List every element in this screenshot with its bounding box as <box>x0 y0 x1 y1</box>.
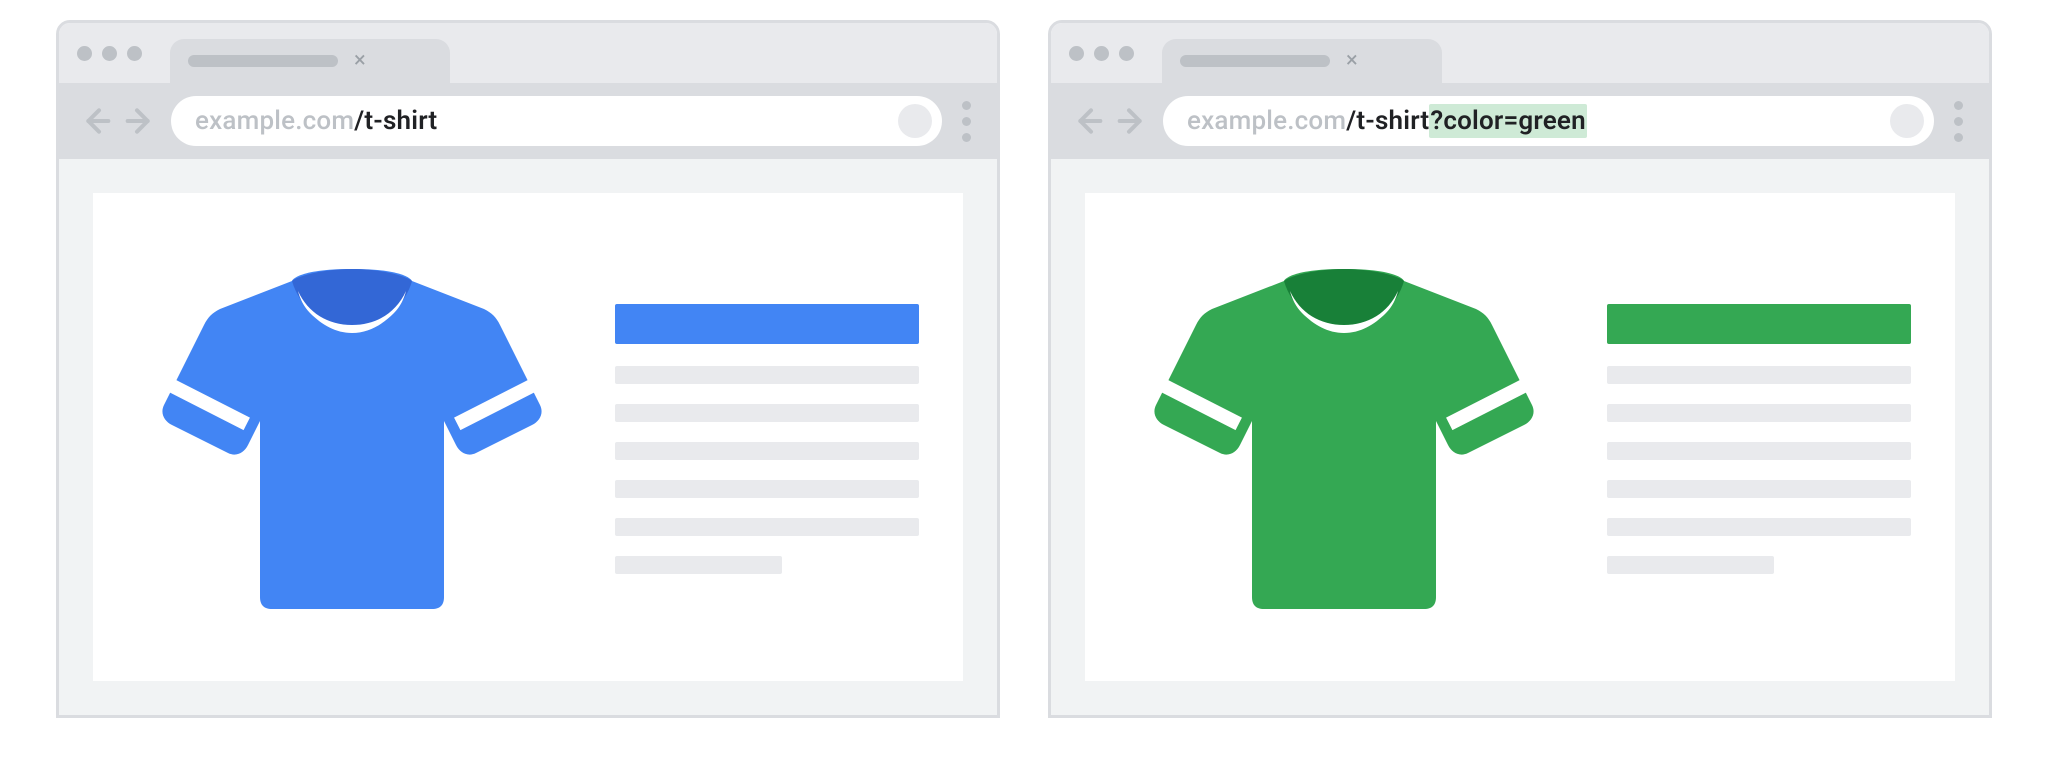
product-image <box>1129 257 1559 617</box>
url-text: example.com/t-shirt?color=green <box>1187 106 1878 136</box>
text-line <box>1607 518 1911 536</box>
text-line <box>1607 556 1774 574</box>
tshirt-green-icon <box>1144 257 1544 617</box>
text-line <box>1607 442 1911 460</box>
text-line <box>615 518 919 536</box>
product-image <box>137 257 567 617</box>
browser-tab[interactable]: × <box>1162 39 1442 83</box>
text-line <box>615 404 919 422</box>
url-domain: example.com <box>1187 106 1346 136</box>
url-query-highlight: ?color=green <box>1429 104 1586 138</box>
back-button[interactable] <box>1071 105 1103 137</box>
window-controls-icon <box>77 46 142 61</box>
tshirt-blue-icon <box>152 257 552 617</box>
text-line <box>1607 404 1911 422</box>
tab-title-placeholder <box>1180 55 1330 67</box>
text-line <box>615 556 782 574</box>
menu-button[interactable] <box>956 101 977 142</box>
forward-button[interactable] <box>1117 105 1149 137</box>
product-details <box>615 300 919 574</box>
window-controls-icon <box>1069 46 1134 61</box>
product-description-lines <box>1607 366 1911 574</box>
product-description-lines <box>615 366 919 574</box>
tab-strip: × <box>1051 23 1989 83</box>
product-title-bar <box>1607 304 1911 344</box>
diagram-stage: × example.com/t-shirt <box>0 0 2048 718</box>
browser-tab[interactable]: × <box>170 39 450 83</box>
address-indicator-icon <box>898 104 932 138</box>
url-path: /t-shirt <box>354 106 437 136</box>
menu-button[interactable] <box>1948 101 1969 142</box>
close-icon[interactable]: × <box>1346 50 1358 72</box>
browser-toolbar: example.com/t-shirt <box>59 83 997 159</box>
text-line <box>615 480 919 498</box>
product-page <box>93 193 963 681</box>
forward-button[interactable] <box>125 105 157 137</box>
browser-window-left: × example.com/t-shirt <box>56 20 1000 718</box>
url-text: example.com/t-shirt <box>195 106 886 136</box>
address-indicator-icon <box>1890 104 1924 138</box>
text-line <box>615 442 919 460</box>
address-bar[interactable]: example.com/t-shirt <box>171 96 942 146</box>
url-path: /t-shirt <box>1346 106 1429 136</box>
text-line <box>1607 366 1911 384</box>
text-line <box>1607 480 1911 498</box>
product-details <box>1607 300 1911 574</box>
address-bar[interactable]: example.com/t-shirt?color=green <box>1163 96 1934 146</box>
page-viewport <box>59 159 997 715</box>
close-icon[interactable]: × <box>354 50 366 72</box>
page-viewport <box>1051 159 1989 715</box>
url-domain: example.com <box>195 106 354 136</box>
browser-toolbar: example.com/t-shirt?color=green <box>1051 83 1989 159</box>
tab-strip: × <box>59 23 997 83</box>
back-button[interactable] <box>79 105 111 137</box>
product-page <box>1085 193 1955 681</box>
browser-window-right: × example.com/t-shirt?color=green <box>1048 20 1992 718</box>
text-line <box>615 366 919 384</box>
product-title-bar <box>615 304 919 344</box>
tab-title-placeholder <box>188 55 338 67</box>
